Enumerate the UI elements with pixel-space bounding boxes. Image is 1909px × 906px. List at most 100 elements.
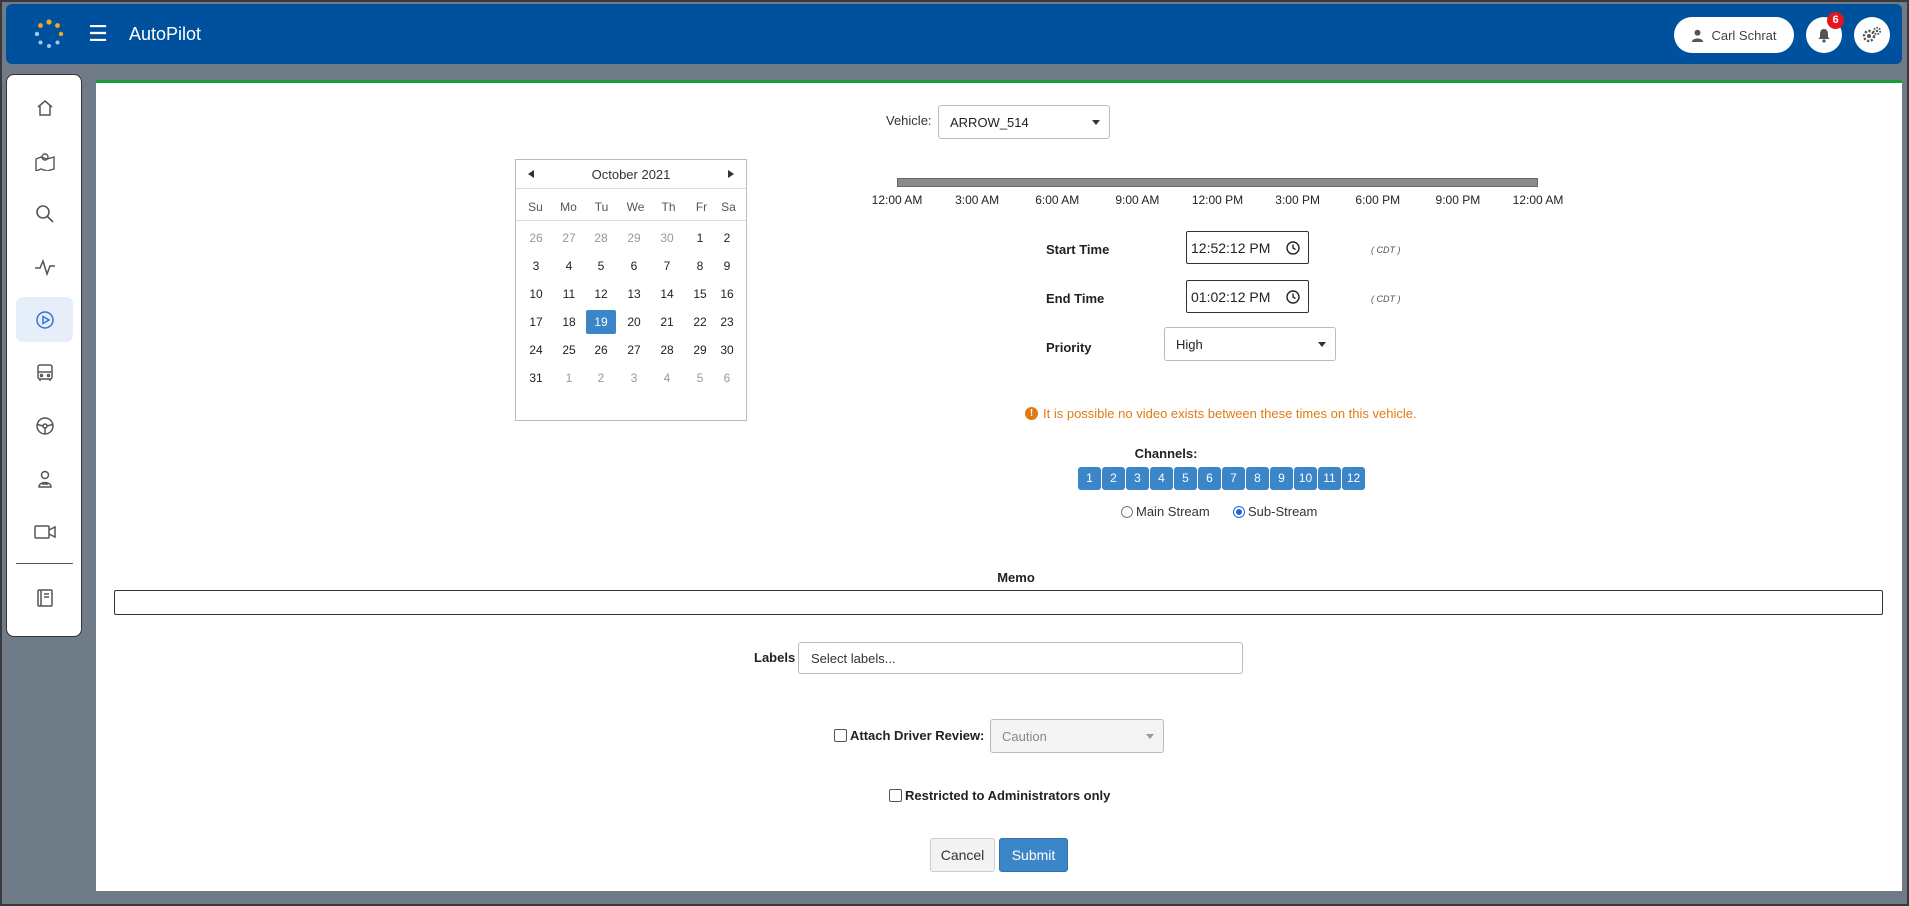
channel-button-8[interactable]: 8 [1246,467,1269,490]
calendar-day[interactable]: 3 [521,254,551,278]
calendar-day[interactable]: 29 [619,226,649,250]
calendar-day[interactable]: 10 [521,282,551,306]
start-time-input[interactable]: 12:52:12 PM [1186,231,1309,264]
calendar-day[interactable]: 1 [554,366,584,390]
stream-sub-option[interactable]: Sub-Stream [1233,504,1317,519]
calendar-day[interactable]: 9 [712,254,742,278]
channel-button-3[interactable]: 3 [1126,467,1149,490]
channel-button-5[interactable]: 5 [1174,467,1197,490]
sidebar-item-video-requests[interactable] [16,297,73,342]
calendar-day[interactable]: 24 [521,338,551,362]
channel-button-9[interactable]: 9 [1270,467,1293,490]
calendar-day[interactable]: 13 [619,282,649,306]
user-menu-button[interactable]: Carl Schrat [1674,17,1794,53]
calendar-day[interactable]: 26 [521,226,551,250]
clock-icon[interactable] [1286,241,1300,255]
vehicle-select[interactable]: ARROW_514 [938,105,1110,139]
user-name: Carl Schrat [1711,27,1777,43]
restricted-admins-option[interactable]: Restricted to Administrators only [889,788,1110,803]
sidebar-item-activity[interactable] [16,244,73,289]
play-circle-icon [35,310,54,329]
calendar-day[interactable]: 28 [652,338,682,362]
channel-button-7[interactable]: 7 [1222,467,1245,490]
calendar-day[interactable]: 30 [712,338,742,362]
calendar-day[interactable]: 6 [712,366,742,390]
calendar-day[interactable]: 16 [712,282,742,306]
labels-select-input[interactable]: Select labels... [798,642,1243,674]
attach-driver-review-checkbox[interactable] [834,729,847,742]
calendar-day[interactable]: 14 [652,282,682,306]
clock-icon[interactable] [1286,290,1300,304]
cancel-button[interactable]: Cancel [930,838,995,872]
calendar-day[interactable]: 31 [521,366,551,390]
end-time-input[interactable]: 01:02:12 PM [1186,280,1309,313]
steering-wheel-icon [35,416,54,435]
channel-button-12[interactable]: 12 [1342,467,1365,490]
calendar-day[interactable]: 26 [586,338,616,362]
stream-main-option[interactable]: Main Stream [1121,504,1210,519]
calendar-day[interactable]: 11 [554,282,584,306]
notifications-button[interactable]: 6 [1806,12,1844,53]
calendar-next-month-icon[interactable] [728,170,734,178]
app-title: AutoPilot [129,24,202,44]
priority-select[interactable]: High [1164,327,1336,361]
sidebar-item-vehicles[interactable] [16,350,73,395]
calendar-day[interactable]: 8 [685,254,715,278]
calendar-day[interactable]: 3 [619,366,649,390]
calendar-day[interactable]: 6 [619,254,649,278]
calendar-day[interactable]: 20 [619,310,649,334]
calendar-day[interactable]: 21 [652,310,682,334]
calendar-day[interactable]: 22 [685,310,715,334]
calendar-day[interactable]: 25 [554,338,584,362]
main-stream-radio[interactable] [1121,506,1133,518]
submit-button[interactable]: Submit [999,838,1068,872]
calendar-day[interactable]: 15 [685,282,715,306]
channel-button-4[interactable]: 4 [1150,467,1173,490]
calendar-day[interactable]: 5 [586,254,616,278]
calendar-day[interactable]: 30 [652,226,682,250]
calendar-month-title: October 2021 [591,167,671,182]
calendar-day[interactable]: 28 [586,226,616,250]
time-range-slider[interactable] [897,178,1538,187]
sidebar-item-driving[interactable] [16,403,73,448]
calendar-day[interactable]: 4 [554,254,584,278]
menu-toggle-icon[interactable]: ☰ [86,23,110,45]
sidebar-item-cameras[interactable] [16,509,73,554]
channel-button-6[interactable]: 6 [1198,467,1221,490]
calendar-day[interactable]: 7 [652,254,682,278]
calendar-day[interactable]: 17 [521,310,551,334]
calendar-day[interactable]: 29 [685,338,715,362]
channel-button-1[interactable]: 1 [1078,467,1101,490]
attach-driver-review-option[interactable]: Attach Driver Review: [834,728,984,743]
sub-stream-radio[interactable] [1233,506,1245,518]
start-timezone: ( CDT ) [1371,245,1401,255]
channel-button-2[interactable]: 2 [1102,467,1125,490]
sidebar-item-home[interactable] [16,85,73,130]
channel-button-10[interactable]: 10 [1294,467,1317,490]
calendar-day[interactable]: 18 [554,310,584,334]
calendar-weekday: We [626,200,645,214]
calendar-day[interactable]: 5 [685,366,715,390]
sidebar-item-reports[interactable] [16,575,73,620]
channel-button-11[interactable]: 11 [1318,467,1341,490]
sidebar-item-drivers[interactable] [16,456,73,501]
calendar-day[interactable]: 23 [712,310,742,334]
calendar-day[interactable]: 2 [712,226,742,250]
calendar-day[interactable]: 27 [619,338,649,362]
settings-button[interactable] [1854,17,1890,53]
vehicle-select-value: ARROW_514 [950,114,1029,130]
calendar-day[interactable]: 4 [652,366,682,390]
calendar-day-selected[interactable]: 19 [586,310,616,334]
calendar-day[interactable]: 12 [586,282,616,306]
memo-input[interactable] [114,590,1883,615]
no-video-warning: ! It is possible no video exists between… [1025,406,1417,421]
driver-icon [37,470,52,488]
sidebar-item-map[interactable] [16,138,73,183]
calendar-weekday: Th [661,200,676,214]
calendar-day[interactable]: 1 [685,226,715,250]
calendar-day[interactable]: 2 [586,366,616,390]
calendar-day[interactable]: 27 [554,226,584,250]
sidebar-item-search[interactable] [16,191,73,236]
restricted-admins-checkbox[interactable] [889,789,902,802]
driver-review-select[interactable]: Caution [990,719,1164,753]
